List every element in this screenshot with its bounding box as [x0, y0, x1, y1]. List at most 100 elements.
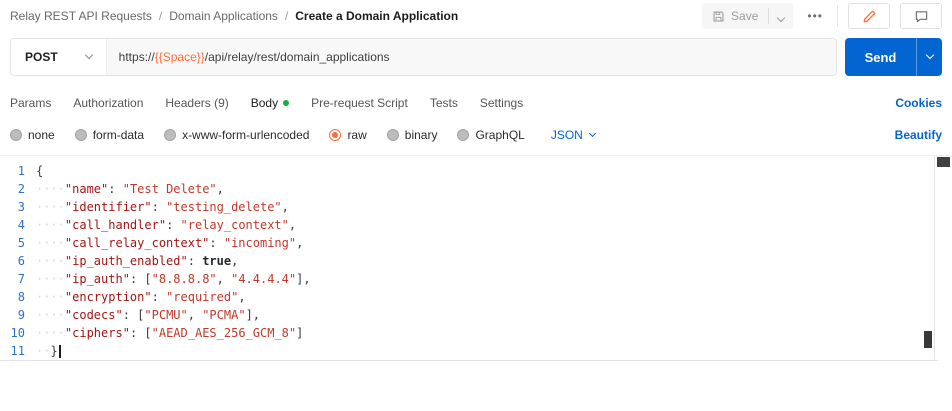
body-type-options: none form-data x-www-form-urlencoded raw bin…	[0, 119, 952, 156]
code-token: ,	[217, 272, 231, 286]
radio-icon	[457, 129, 469, 141]
top-bar: Relay REST API Requests / Domain Applicati…	[0, 0, 952, 32]
body-type-none[interactable]: none	[10, 128, 55, 142]
code-line-content: ····"call_relay_context": "incoming",	[36, 234, 303, 252]
tab-pre-request-script[interactable]: Pre-request Script	[311, 96, 408, 110]
body-type-binary[interactable]: binary	[387, 128, 438, 142]
code-line-content: ····"encryption": "required",	[36, 288, 246, 306]
save-options-button[interactable]	[769, 3, 793, 29]
comment-button[interactable]	[900, 3, 942, 29]
breadcrumb-item[interactable]: Relay REST API Requests	[10, 9, 152, 23]
breadcrumb-item[interactable]: Domain Applications	[169, 9, 278, 23]
save-button[interactable]: Save	[702, 3, 768, 29]
code-line[interactable]: 1{	[0, 162, 952, 180]
cookies-link[interactable]: Cookies	[895, 96, 942, 110]
line-number: 7	[0, 270, 36, 288]
code-token: "incoming"	[224, 236, 296, 250]
radio-icon	[75, 129, 87, 141]
code-line[interactable]: 8····"encryption": "required",	[0, 288, 952, 306]
line-number: 8	[0, 288, 36, 306]
text-cursor	[59, 345, 61, 358]
vertical-scrollbar-thumb[interactable]	[937, 157, 950, 167]
url-control: POST https://{{Space}}/api/relay/rest/do…	[10, 38, 837, 76]
radio-label: form-data	[93, 128, 144, 142]
code-token: "call_relay_context"	[65, 236, 210, 250]
indent-guide: ····	[36, 308, 65, 322]
tab-label: Settings	[480, 96, 523, 110]
tab-authorization[interactable]: Authorization	[73, 96, 143, 110]
radio-label: x-www-form-urlencoded	[182, 128, 309, 142]
send-button[interactable]: Send	[845, 38, 916, 76]
pencil-icon	[862, 9, 877, 24]
code-token: "ip_auth"	[65, 272, 130, 286]
code-token: ,	[282, 200, 289, 214]
code-line[interactable]: 9····"codecs": ["PCMU", "PCMA"],	[0, 306, 952, 324]
indent-guide: ··	[36, 344, 50, 358]
send-button-group: Send	[845, 38, 942, 76]
tab-body[interactable]: Body	[251, 96, 289, 110]
code-token: {	[36, 164, 43, 178]
request-builder: Relay REST API Requests / Domain Applicati…	[0, 0, 952, 403]
send-options-button[interactable]	[916, 38, 942, 76]
radio-icon	[164, 129, 176, 141]
editor-lines: 1{2····"name": "Test Delete",3····"ident…	[0, 156, 952, 360]
code-token: ,	[188, 308, 202, 322]
code-line[interactable]: 3····"identifier": "testing_delete",	[0, 198, 952, 216]
horizontal-scrollbar-thumb[interactable]	[924, 331, 932, 348]
code-token: "Test Delete"	[123, 182, 217, 196]
line-number: 11	[0, 342, 36, 360]
code-token: "8.8.8.8"	[152, 272, 217, 286]
language-select[interactable]: JSON	[551, 128, 595, 142]
tab-tests[interactable]: Tests	[430, 96, 458, 110]
code-line[interactable]: 7····"ip_auth": ["8.8.8.8", "4.4.4.4"],	[0, 270, 952, 288]
indent-guide: ····	[36, 254, 65, 268]
line-number: 4	[0, 216, 36, 234]
url-variable: {{Space}}	[155, 50, 205, 64]
code-line[interactable]: 5····"call_relay_context": "incoming",	[0, 234, 952, 252]
url-input[interactable]: https://{{Space}}/api/relay/rest/domain_…	[107, 39, 836, 75]
beautify-link[interactable]: Beautify	[895, 128, 942, 142]
request-url-row: POST https://{{Space}}/api/relay/rest/do…	[0, 32, 952, 86]
breadcrumb-separator: /	[285, 9, 288, 23]
edit-button[interactable]	[848, 3, 890, 29]
horizontal-scrollbar-track[interactable]	[0, 360, 938, 361]
code-line[interactable]: 11··}	[0, 342, 952, 360]
body-type-raw[interactable]: raw	[329, 128, 366, 142]
code-token: ,	[289, 218, 296, 232]
code-token: "relay_context"	[181, 218, 289, 232]
tab-label: Params	[10, 96, 51, 110]
code-line[interactable]: 10····"ciphers": ["AEAD_AES_256_GCM_8"]	[0, 324, 952, 342]
code-token: "testing_delete"	[166, 200, 282, 214]
code-line-content: ····"ip_auth_enabled": true,	[36, 252, 238, 270]
code-editor[interactable]: 1{2····"name": "Test Delete",3····"ident…	[0, 156, 952, 403]
code-line[interactable]: 6····"ip_auth_enabled": true,	[0, 252, 952, 270]
code-token: "call_handler"	[65, 218, 166, 232]
code-token: "encryption"	[65, 290, 152, 304]
url-prefix: https://	[119, 50, 155, 64]
line-number: 9	[0, 306, 36, 324]
code-line[interactable]: 4····"call_handler": "relay_context",	[0, 216, 952, 234]
code-token: ]	[296, 326, 303, 340]
breadcrumb-separator: /	[159, 9, 162, 23]
body-type-form-data[interactable]: form-data	[75, 128, 144, 142]
body-type-x-www-form-urlencoded[interactable]: x-www-form-urlencoded	[164, 128, 309, 142]
code-token: ],	[296, 272, 310, 286]
code-token: "codecs"	[65, 308, 123, 322]
tab-headers[interactable]: Headers (9)	[165, 96, 228, 110]
method-select[interactable]: POST	[11, 39, 107, 75]
line-number: 10	[0, 324, 36, 342]
code-line[interactable]: 2····"name": "Test Delete",	[0, 180, 952, 198]
tab-params[interactable]: Params	[10, 96, 51, 110]
vertical-scrollbar-track[interactable]	[934, 156, 935, 360]
save-button-label: Save	[731, 9, 758, 23]
tab-settings[interactable]: Settings	[480, 96, 523, 110]
code-token: }	[50, 344, 57, 358]
code-token: :	[108, 182, 122, 196]
code-token: ,	[217, 182, 224, 196]
radio-icon	[387, 129, 399, 141]
request-tabs: Params Authorization Headers (9) Body Pre-re…	[0, 86, 952, 119]
more-actions-button[interactable]: •••	[803, 9, 827, 23]
body-type-graphql[interactable]: GraphQL	[457, 128, 524, 142]
breadcrumb-item[interactable]: Create a Domain Application	[295, 9, 458, 23]
code-token: "PCMA"	[202, 308, 245, 322]
